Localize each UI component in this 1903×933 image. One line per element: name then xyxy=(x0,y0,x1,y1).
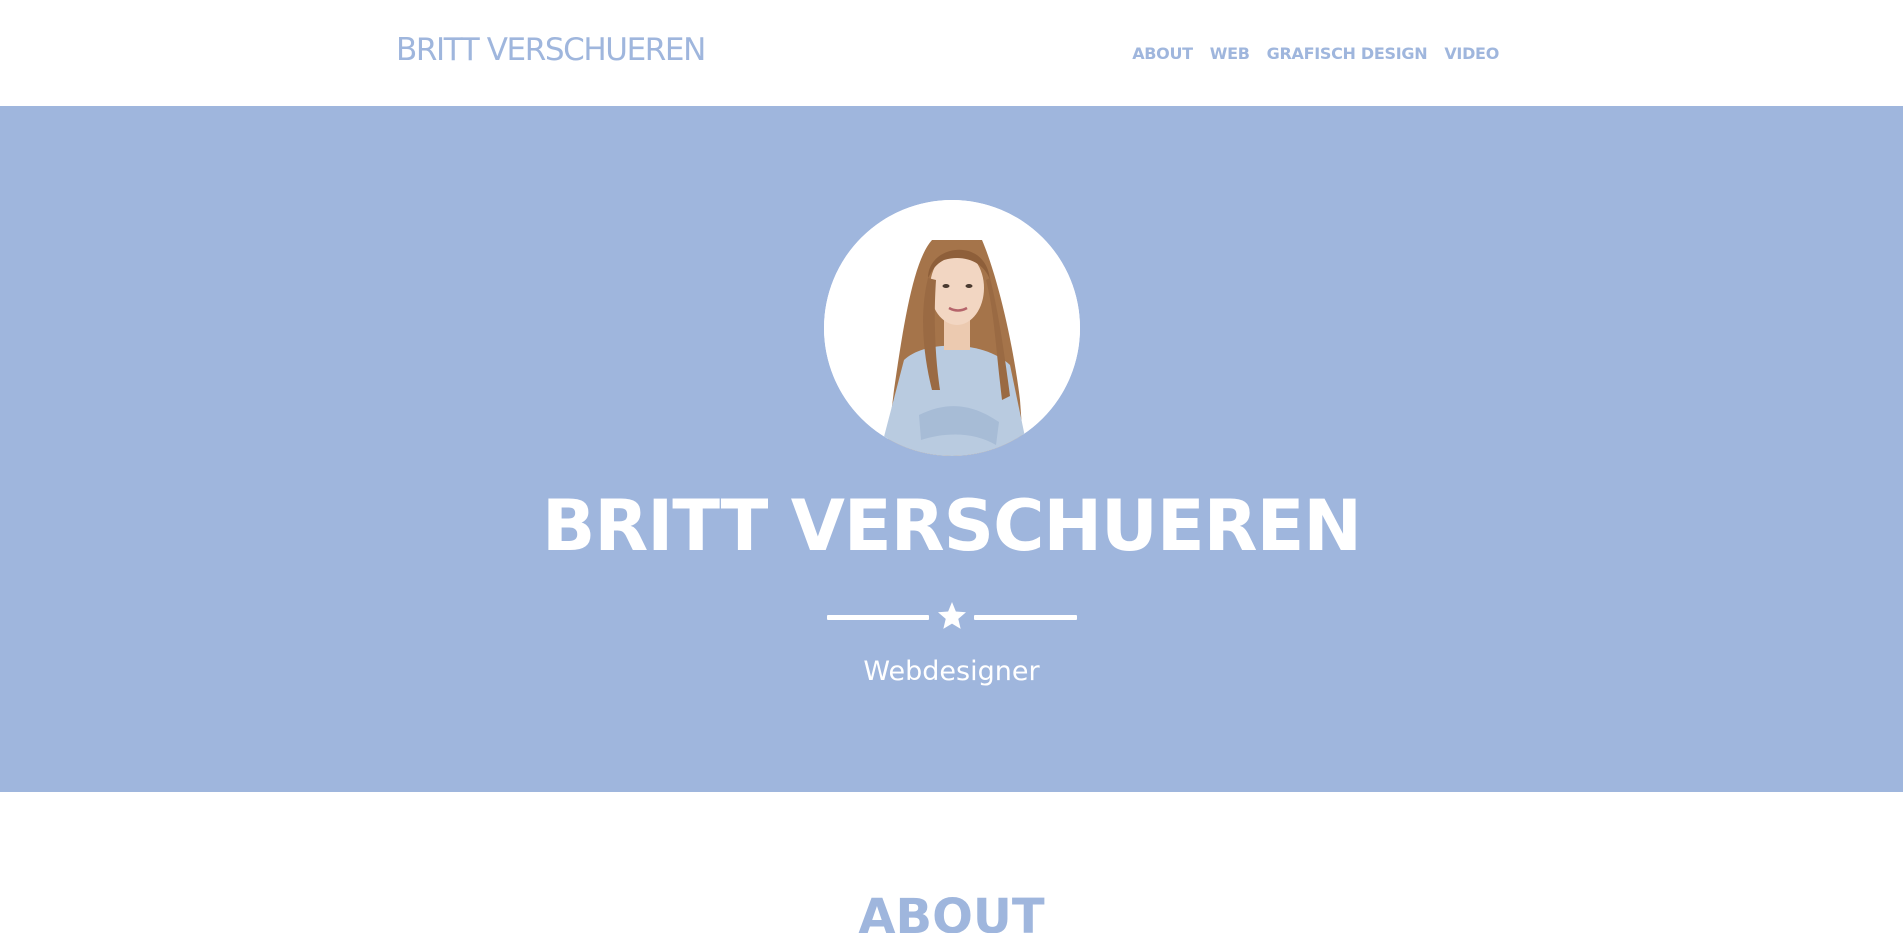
main-nav: ABOUT WEB GRAFISCH DESIGN VIDEO xyxy=(1132,44,1499,63)
nav-link-video[interactable]: VIDEO xyxy=(1444,44,1499,63)
nav-link-grafisch-design[interactable]: GRAFISCH DESIGN xyxy=(1267,44,1428,63)
nav-link-web[interactable]: WEB xyxy=(1210,44,1250,63)
divider-line-left xyxy=(827,615,929,620)
brand-link[interactable]: BRITT VERSCHUEREN xyxy=(396,32,706,68)
hero-title: BRITT VERSCHUEREN xyxy=(541,485,1362,567)
divider-line-right xyxy=(974,615,1077,620)
site-header: BRITT VERSCHUEREN ABOUT WEB GRAFISCH DES… xyxy=(0,0,1903,106)
hero-subtitle: Webdesigner xyxy=(863,656,1040,687)
nav-item-web: WEB xyxy=(1210,44,1250,63)
profile-photo-illustration xyxy=(824,200,1080,456)
nav-item-about: ABOUT xyxy=(1132,44,1193,63)
nav-link-about[interactable]: ABOUT xyxy=(1132,44,1193,63)
about-heading: ABOUT xyxy=(858,889,1045,933)
hero-section: BRITT VERSCHUEREN Webdesigner xyxy=(0,106,1903,792)
nav-item-video: VIDEO xyxy=(1444,44,1499,63)
nav-item-grafisch-design: GRAFISCH DESIGN xyxy=(1267,44,1428,63)
star-icon xyxy=(938,602,966,629)
profile-photo xyxy=(824,200,1080,456)
